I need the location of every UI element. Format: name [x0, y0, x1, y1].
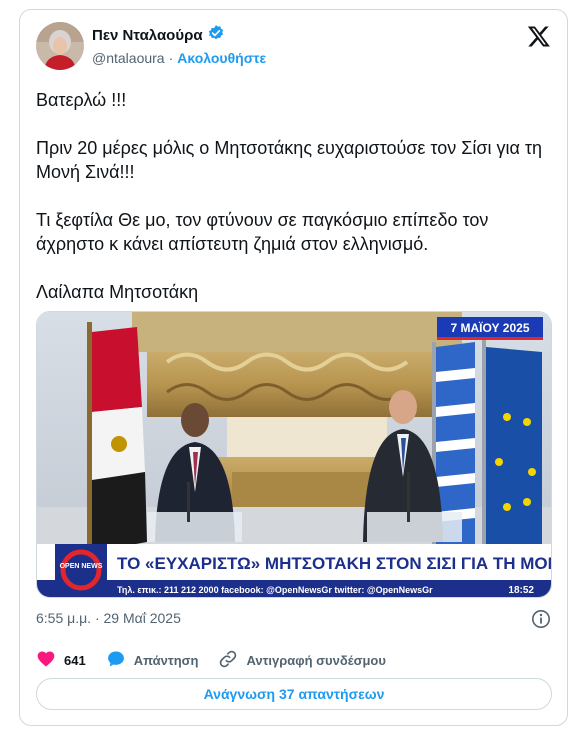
reply-button[interactable]: Απάντηση [106, 649, 199, 672]
link-icon [218, 649, 238, 672]
avatar[interactable] [36, 22, 84, 70]
clock-text: 18:52 [508, 585, 534, 596]
author-name-row: Πεν Νταλαούρα [92, 24, 225, 47]
verified-badge-icon [207, 24, 225, 47]
reply-label: Απάντηση [133, 652, 199, 668]
author-display-name[interactable]: Πεν Νταλαούρα [92, 27, 203, 44]
follow-button[interactable]: Ακολουθήστε [177, 50, 266, 66]
tweet-card: Πεν Νταλαούρα @ntalaoura · Ακολουθήστε Β… [19, 9, 568, 726]
tweet-paragraph: Πριν 20 μέρες μόλις ο Μητσοτάκης ευχαρισ… [36, 138, 543, 182]
channel-logo-text: OPEN NEWS [60, 563, 103, 570]
tweet-media-image[interactable]: 7 ΜΑΪΟΥ 2025 ΤΟ «ΕΥΧΑΡΙΣΤΩ» ΜΗΤΣΟΤΑΚΗ ΣΤ… [36, 311, 552, 598]
info-icon[interactable] [531, 609, 551, 629]
reply-bubble-icon [106, 649, 126, 672]
separator-dot: · [168, 50, 174, 66]
like-count: 641 [64, 652, 86, 668]
author-handle[interactable]: @ntalaoura [92, 50, 165, 66]
tweet-paragraph: Λαίλαπα Μητσοτάκη [36, 282, 199, 302]
copy-link-label: Αντιγραφή συνδέσμου [246, 652, 386, 668]
heart-icon [36, 649, 56, 672]
headline-text: ΤΟ «ΕΥΧΑΡΙΣΤΩ» ΜΗΤΣΟΤΑΚΗ ΣΤΟΝ ΣΙΣΙ ΓΙΑ Τ… [117, 554, 552, 573]
author-handle-row: @ntalaoura · Ακολουθήστε [92, 50, 266, 66]
x-logo-icon[interactable] [527, 24, 551, 48]
action-bar: 641 Απάντηση Αντιγραφή συνδέσμου [36, 650, 406, 670]
tweet-timestamp[interactable]: 6:55 μ.μ. · 29 Μαΐ 2025 [36, 610, 181, 626]
tweet-paragraph: Βατερλώ !!! [36, 90, 127, 110]
tweet-text: Βατερλώ !!! Πριν 20 μέρες μόλις ο Μητσοτ… [36, 88, 556, 304]
read-replies-button[interactable]: Ανάγνωση 37 απαντήσεων [36, 678, 552, 710]
like-button[interactable]: 641 [36, 649, 86, 672]
ticker-text: Τηλ. επικ.: 211 212 2000 facebook: @Open… [117, 585, 433, 595]
tweet-paragraph: Τι ξεφτίλα Θε μο, τον φτύνουν σε παγκόσμ… [36, 210, 489, 254]
copy-link-button[interactable]: Αντιγραφή συνδέσμου [218, 649, 386, 672]
date-badge-text: 7 ΜΑΪΟΥ 2025 [450, 320, 529, 335]
